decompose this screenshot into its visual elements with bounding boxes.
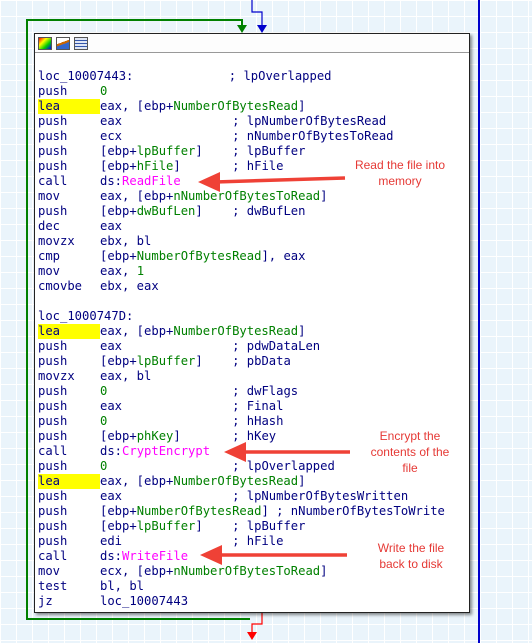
annotation-encrypt-line2: contents of the [370,445,450,459]
annotation-write-line1: Write the file [377,541,445,555]
annotation-read: Read the file into memory [340,157,460,189]
annotation-read-line1: Read the file into [354,158,446,172]
annotation-write-line2: back to disk [379,557,443,571]
annotation-arrow-read [198,172,346,192]
annotation-read-line2: memory [378,174,422,188]
annotation-write: Write the file back to disk [352,540,470,572]
annotation-encrypt-line3: file [402,461,418,475]
annotation-encrypt-line1: Encrypt the [379,429,441,443]
annotation-arrow-write [200,545,347,565]
annotation-arrow-encrypt [224,442,350,462]
annotation-encrypt: Encrypt the contents of the file [355,428,465,476]
